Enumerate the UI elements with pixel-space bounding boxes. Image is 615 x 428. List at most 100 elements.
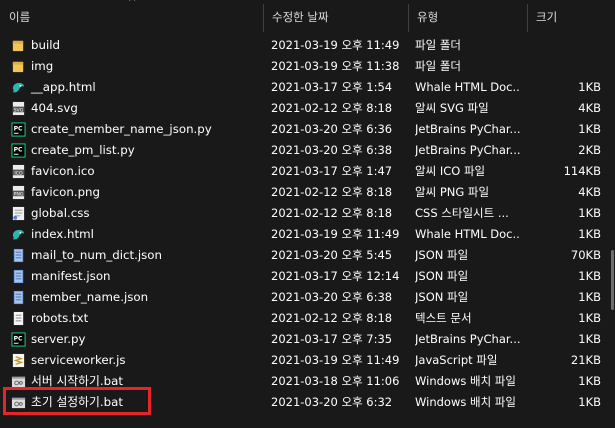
file-type: JSON 파일 — [415, 269, 469, 283]
file-date-modified: 2021-03-19 오후 11:49 — [271, 353, 400, 367]
file-date-modified: 2021-03-20 오후 6:36 — [271, 122, 393, 136]
file-row[interactable]: global.css 2021-02-12 오후 8:18 CSS 스타일시트 ..… — [0, 203, 615, 224]
file-date-modified: 2021-03-19 오후 11:38 — [271, 59, 400, 73]
file-name: mail_to_num_dict.json — [31, 248, 163, 262]
pycharm-icon: PC — [11, 332, 26, 347]
svg-text:PNG: PNG — [14, 191, 24, 197]
file-list: build 2021-03-19 오후 11:49 파일 폴더 img 2021-03-… — [0, 35, 615, 415]
file-name: global.css — [31, 206, 90, 220]
file-row[interactable]: PC create_pm_list.py 2021-03-20 오후 6:38 Jet… — [0, 140, 615, 161]
pycharm-icon: PC — [11, 143, 26, 158]
file-date-modified: 2021-03-17 오후 7:35 — [271, 332, 393, 346]
svg-text:SVG: SVG — [14, 107, 24, 113]
file-name: manifest.json — [31, 269, 111, 283]
file-row[interactable]: SVG 404.svg 2021-02-12 오후 8:18 알씨 SVG 파일 4KB — [0, 98, 615, 119]
svg-file-icon: SVG — [11, 101, 26, 116]
file-date-modified: 2021-03-20 오후 6:38 — [271, 290, 393, 304]
file-name: 초기 설정하기.bat — [31, 395, 123, 409]
column-header-date-label: 수정한 날짜 — [272, 10, 329, 24]
column-header-name-label: 이름 — [9, 10, 31, 24]
file-name: create_pm_list.py — [31, 143, 135, 157]
css-file-icon — [11, 206, 26, 221]
file-name: member_name.json — [31, 290, 149, 304]
file-size: 1KB — [578, 395, 601, 409]
file-row[interactable]: member_name.json 2021-03-20 오후 6:38 JSON 파… — [0, 287, 615, 308]
file-row[interactable]: mail_to_num_dict.json 2021-03-20 오후 5:45 J… — [0, 245, 615, 266]
scrollbar-thumb[interactable] — [611, 250, 614, 310]
file-type: JetBrains PyChar... — [415, 332, 520, 346]
file-size: 1KB — [578, 122, 601, 136]
file-type: Whale HTML Doc... — [415, 80, 520, 94]
file-date-modified: 2021-03-17 오후 12:14 — [271, 269, 400, 283]
file-size: 1KB — [578, 206, 601, 220]
file-size: 1KB — [578, 332, 601, 346]
file-name: 404.svg — [31, 101, 78, 115]
column-header-size[interactable]: 크기 — [527, 0, 607, 33]
file-size: 2KB — [578, 143, 601, 157]
column-header-bar: 이름 ^ 수정한 날짜 유형 크기 — [0, 0, 615, 33]
text-file-icon — [11, 311, 26, 326]
file-date-modified: 2021-03-19 오후 11:49 — [271, 227, 400, 241]
file-date-modified: 2021-03-17 오후 1:47 — [271, 164, 393, 178]
file-type: 파일 폴더 — [415, 38, 461, 52]
svg-text:PC: PC — [14, 335, 23, 342]
file-name: favicon.png — [31, 185, 101, 199]
svg-text:PC: PC — [14, 146, 23, 153]
file-date-modified: 2021-02-12 오후 8:18 — [271, 311, 393, 325]
bat-file-icon — [11, 395, 26, 410]
file-size: 1KB — [578, 80, 601, 94]
file-size: 1KB — [578, 227, 601, 241]
folder-icon — [11, 59, 26, 74]
file-date-modified: 2021-03-17 오후 1:54 — [271, 80, 393, 94]
vertical-scrollbar[interactable] — [609, 0, 615, 428]
file-row[interactable]: serviceworker.js 2021-03-19 오후 11:49 JavaS… — [0, 350, 615, 371]
file-date-modified: 2021-03-20 오후 6:32 — [271, 395, 393, 409]
column-header-type-label: 유형 — [417, 10, 439, 24]
file-row[interactable]: index.html 2021-03-19 오후 11:49 Whale HTML … — [0, 224, 615, 245]
file-row[interactable]: build 2021-03-19 오후 11:49 파일 폴더 — [0, 35, 615, 56]
ico-file-icon: ICO — [11, 164, 26, 179]
file-row[interactable]: PNG favicon.png 2021-02-12 오후 8:18 알씨 PNG 파… — [0, 182, 615, 203]
file-row[interactable]: robots.txt 2021-02-12 오후 8:18 텍스트 문서 1KB — [0, 308, 615, 329]
file-date-modified: 2021-03-20 오후 6:38 — [271, 143, 393, 157]
json-file-icon — [11, 248, 26, 263]
file-type: JSON 파일 — [415, 290, 469, 304]
file-size: 70KB — [570, 248, 601, 262]
file-type: 파일 폴더 — [415, 59, 461, 73]
file-row[interactable]: img 2021-03-19 오후 11:38 파일 폴더 — [0, 56, 615, 77]
file-size: 1KB — [578, 269, 601, 283]
file-row[interactable]: 초기 설정하기.bat 2021-03-20 오후 6:32 Windows 배치 … — [0, 387, 615, 415]
file-row[interactable]: __app.html 2021-03-17 오후 1:54 Whale HTML D… — [0, 77, 615, 98]
json-file-icon — [11, 269, 26, 284]
file-type: 알씨 SVG 파일 — [415, 101, 489, 115]
file-date-modified: 2021-02-12 오후 8:18 — [271, 185, 393, 199]
file-name: robots.txt — [31, 311, 89, 325]
file-date-modified: 2021-03-20 오후 5:45 — [271, 248, 393, 262]
file-type: 텍스트 문서 — [415, 311, 472, 325]
file-type: JetBrains PyChar... — [415, 122, 520, 136]
file-size: 1KB — [578, 374, 601, 388]
file-size: 4KB — [578, 185, 601, 199]
file-date-modified: 2021-03-19 오후 11:49 — [271, 38, 400, 52]
file-row[interactable]: manifest.json 2021-03-17 오후 12:14 JSON 파일 1… — [0, 266, 615, 287]
file-type: Windows 배치 파일 — [415, 395, 516, 409]
file-name: server.py — [31, 332, 86, 346]
json-file-icon — [11, 290, 26, 305]
column-header-name[interactable]: 이름 ^ — [0, 0, 262, 33]
file-date-modified: 2021-03-18 오후 11:06 — [271, 374, 400, 388]
file-type: CSS 스타일시트 ... — [415, 206, 509, 220]
file-date-modified: 2021-02-12 오후 8:18 — [271, 101, 393, 115]
file-name: __app.html — [31, 80, 96, 94]
file-size: 21KB — [570, 353, 601, 367]
file-row[interactable]: PC create_member_name_json.py 2021-03-20 오… — [0, 119, 615, 140]
file-type: JetBrains PyChar... — [415, 143, 520, 157]
file-type: Whale HTML Doc... — [415, 227, 520, 241]
file-row[interactable]: PC server.py 2021-03-17 오후 7:35 JetBrains P… — [0, 329, 615, 350]
png-file-icon: PNG — [11, 185, 26, 200]
file-name: build — [31, 38, 61, 52]
file-row[interactable]: ICO favicon.ico 2021-03-17 오후 1:47 알씨 ICO 파… — [0, 161, 615, 182]
file-size: 1KB — [578, 290, 601, 304]
pycharm-icon: PC — [11, 122, 26, 137]
column-header-date[interactable]: 수정한 날짜 — [263, 0, 408, 33]
column-header-type[interactable]: 유형 — [408, 0, 527, 33]
